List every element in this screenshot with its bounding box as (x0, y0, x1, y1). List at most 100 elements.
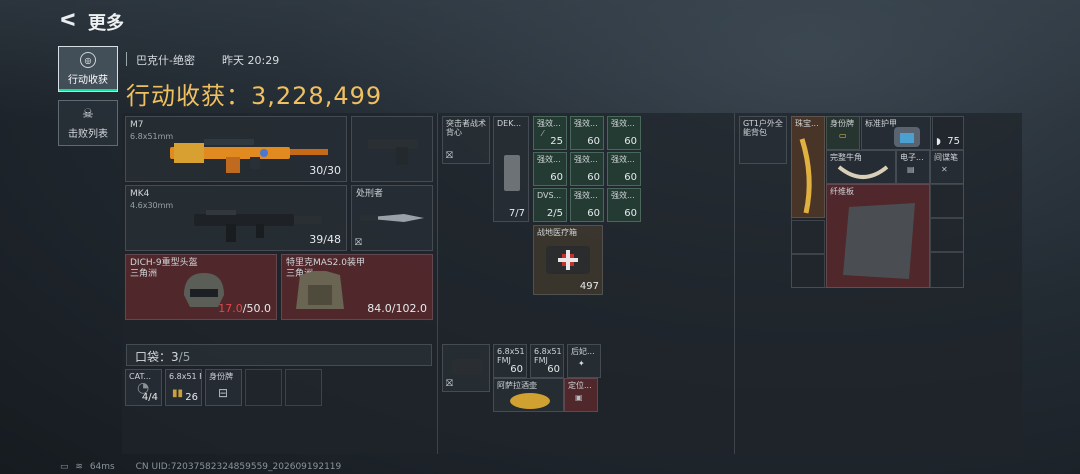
empty-pocket-slot[interactable] (245, 369, 282, 406)
tab-harvest-label: 行动收获 (68, 75, 108, 86)
empty-pocket-slot[interactable] (285, 369, 322, 406)
backpack-slot[interactable]: 强效... 60 (607, 188, 641, 222)
item-name: 强效... (574, 155, 598, 164)
case-slot[interactable]: 完整牛角 (826, 150, 896, 184)
tab-kill-list[interactable]: ☠ 击败列表 (58, 100, 118, 146)
item-count: 2/5 (546, 208, 563, 219)
rig-slot[interactable]: 突击者战术背心 ⛝ (442, 116, 490, 164)
target-icon: ◎ (80, 52, 96, 68)
item-count: 60 (624, 136, 637, 147)
pouch-icon (452, 359, 482, 375)
item-count: 25 (550, 136, 563, 147)
backpack-slot[interactable]: 6.8x51 FMJ 60 (530, 344, 564, 378)
skull-icon: ☠ (82, 106, 94, 122)
backpack-slot[interactable]: 后妃... ✦ (567, 344, 601, 378)
necklace-icon (799, 138, 812, 214)
item-count: 60 (587, 136, 600, 147)
item-count: 26 (185, 392, 198, 403)
melee-slot[interactable]: 处刑者 ⛝ (351, 185, 433, 251)
tab-harvest[interactable]: ◎ 行动收获 (58, 46, 118, 92)
ping: 64ms (89, 462, 115, 472)
item-name: GT1户外全能背包 (743, 119, 783, 137)
pistol-slot[interactable] (351, 116, 433, 182)
item-count: 497 (579, 281, 599, 292)
item-count: 60 (510, 364, 523, 375)
item-name: 强效... (611, 155, 635, 164)
ammo-icon: ▮▮ (172, 388, 184, 399)
item-name: MK4 (130, 189, 150, 199)
medkit-icon (546, 246, 590, 274)
secondary-weapon-slot[interactable]: MK4 4.6x30mm 39/48 (125, 185, 347, 251)
backpack-slot[interactable]: 强效... 60 (607, 116, 641, 150)
ammo-count: 39/48 (309, 233, 341, 246)
backpack-slot[interactable]: 阿萨拉酒壶 (493, 378, 564, 412)
durability: 84.0/102.0 (367, 302, 427, 315)
case-slot[interactable]: 间谍笔 ✕ (930, 150, 964, 184)
empty-case-slot[interactable] (791, 220, 825, 254)
backpack-slot[interactable]: 定位... ▣ (564, 378, 598, 412)
case-rig-slot[interactable]: GT1户外全能背包 (739, 116, 787, 164)
backpack-slot[interactable]: 强效... 60 (570, 188, 604, 222)
item-name: 纤维板 (830, 187, 854, 196)
match-time: 昨天 20:29 (222, 54, 280, 67)
case-slot[interactable]: 身份牌 ▭ (826, 116, 860, 150)
backpack-rig-slot[interactable]: ⛝ (442, 344, 490, 392)
pocket-count: 3 (171, 350, 179, 364)
battery-icon: ▭ (60, 462, 69, 472)
item-ammo-type: 4.6x30mm (130, 201, 174, 210)
item-name: 间谍笔 (934, 153, 958, 162)
uid: CN UID:72037582324859559_202609192119 (135, 462, 342, 472)
locked-icon: ⛝ (446, 379, 453, 389)
tab-kill-list-label: 击败列表 (68, 128, 108, 140)
case-slot[interactable]: 纤维板 (826, 184, 930, 288)
item-name: 处刑者 (356, 189, 384, 199)
primary-weapon-slot[interactable]: M7 6.8x51mm 30/30 (125, 116, 347, 182)
horn-icon (837, 165, 889, 179)
backpack-slot[interactable]: 强效... 60 (607, 152, 641, 186)
divider (437, 113, 438, 454)
case-slot[interactable]: ◗ 75 (932, 116, 964, 150)
item-name: DICH-9重型头盔 (130, 258, 198, 268)
armor-value-icon: ◗ (936, 137, 941, 147)
empty-case-slot[interactable] (930, 218, 964, 252)
item-name: 特里克MAS2.0装甲 (286, 258, 365, 268)
empty-case-slot[interactable] (791, 254, 825, 288)
backpack-slot[interactable]: 强效... 60 (570, 152, 604, 186)
divider (734, 113, 735, 454)
empty-case-slot[interactable] (930, 252, 964, 288)
item-name: 6.8x51 FMJ (169, 372, 201, 381)
item-count: 60 (624, 208, 637, 219)
dogtag-icon: ⊟ (218, 386, 229, 400)
fiber-board-icon (843, 203, 915, 279)
pocket-slot[interactable]: CAT... ◔ 4/4 (125, 369, 162, 406)
item-name: 6.8x51 FMJ (497, 347, 525, 365)
item-count: 60 (547, 364, 560, 375)
item-count: 75 (947, 136, 960, 147)
item-name: 强效... (574, 119, 598, 128)
item-name: 珠宝... (795, 119, 819, 128)
locked-icon: ⛝ (355, 238, 362, 248)
pocket-slot[interactable]: 6.8x51 FMJ ▮▮ 26 (165, 369, 202, 406)
backpack-slot[interactable]: 战地医疗箱 497 (533, 225, 603, 295)
pocket-slot[interactable]: 身份牌 ⊟ (205, 369, 242, 406)
backpack-slot[interactable]: 强效... ⁄ 25 (533, 116, 567, 150)
backpack-slot[interactable]: 强效... 60 (533, 152, 567, 186)
item-name: M7 (130, 120, 144, 130)
pocket-label: 口袋： (135, 350, 172, 364)
knife-icon (360, 214, 424, 222)
armor-slot[interactable]: 特里克MAS2.0装甲 三角洲 84.0/102.0 (281, 254, 433, 320)
back-arrow-icon[interactable]: ᐸ (60, 10, 76, 31)
backpack-slot[interactable]: 强效... 60 (570, 116, 604, 150)
case-slot[interactable]: 标准护甲 (861, 116, 931, 150)
case-slot[interactable]: 珠宝... (791, 116, 825, 218)
item-name: 电子... (900, 153, 924, 162)
backpack-slot[interactable]: 6.8x51 FMJ 60 (493, 344, 527, 378)
case-slot[interactable]: 电子... ▤ (896, 150, 930, 184)
helmet-slot[interactable]: DICH-9重型头盔 三角洲 17.0/50.0 (125, 254, 277, 320)
divider (126, 52, 127, 66)
empty-case-slot[interactable] (930, 184, 964, 218)
backpack-slot[interactable]: DVS... 2/5 (533, 188, 567, 222)
backpack-slot[interactable]: DEK... 7/7 (493, 116, 529, 222)
item-name: DVS... (537, 191, 562, 200)
dogtag-icon: ▭ (839, 131, 847, 140)
